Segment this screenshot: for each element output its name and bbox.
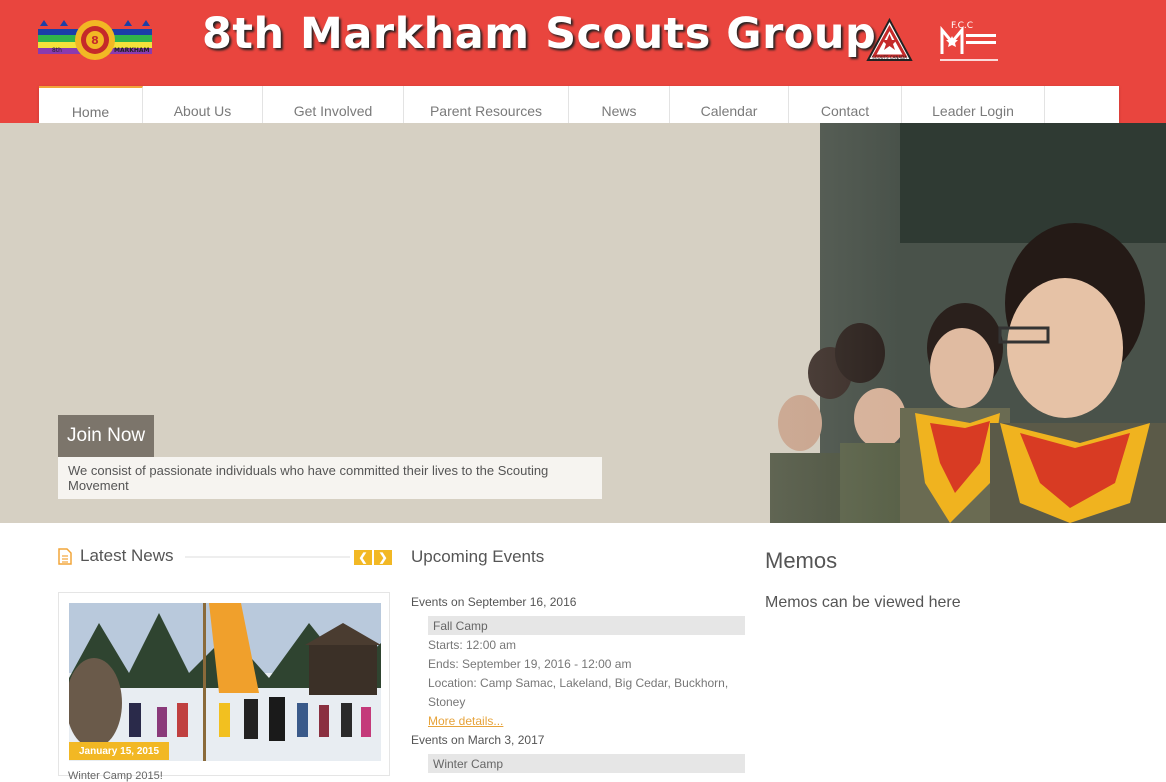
upcoming-events-title: Upcoming Events <box>411 547 545 566</box>
fcc-logo[interactable]: F.C.C <box>938 18 1000 66</box>
group-logo-text-left: 8th <box>52 47 62 54</box>
hero-heading[interactable]: Join Now <box>58 415 155 457</box>
news-prev-button[interactable]: ❮ <box>354 550 372 565</box>
news-image[interactable] <box>69 603 381 761</box>
site-title: 8th Markham Scouts Group <box>202 9 877 59</box>
news-next-button[interactable]: ❯ <box>374 550 392 565</box>
news-caption[interactable]: Winter Camp 2015! <box>68 770 163 782</box>
svg-text:8: 8 <box>91 34 99 47</box>
event-location-continued: Stoney <box>428 695 466 709</box>
event-date-heading: Events on March 3, 2017 <box>411 733 545 747</box>
memos-title: Memos <box>765 548 838 573</box>
chevron-right-icon: ❯ <box>378 552 388 564</box>
scouts-canada-logo[interactable]: SCOUTS CANADA <box>866 18 913 64</box>
news-date-badge: January 15, 2015 <box>69 742 170 760</box>
event-date-heading: Events on September 16, 2016 <box>411 595 577 609</box>
scouts-canada-logo-text: SCOUTS CANADA <box>872 55 907 60</box>
event-more-details-link[interactable]: More details... <box>428 714 503 728</box>
hero-description: We consist of passionate individuals who… <box>58 457 602 499</box>
group-logo[interactable]: 8 8th MARKHAM <box>38 16 152 64</box>
chevron-left-icon: ❮ <box>358 552 368 564</box>
event-starts: Starts: 12:00 am <box>428 638 517 652</box>
latest-news-divider <box>185 556 350 558</box>
event-name[interactable]: Fall Camp <box>428 616 745 635</box>
event-name[interactable]: Winter Camp <box>428 754 745 773</box>
latest-news-header: Latest News <box>58 546 174 566</box>
group-logo-text-right: MARKHAM <box>114 47 150 54</box>
event-location: Location: Camp Samac, Lakeland, Big Ceda… <box>428 676 729 690</box>
hero-banner: Join Now We consist of passionate indivi… <box>0 123 1166 523</box>
memos-link[interactable]: Memos can be viewed here <box>765 594 961 612</box>
latest-news-title: Latest News <box>80 546 174 565</box>
document-icon <box>58 547 72 565</box>
event-ends: Ends: September 19, 2016 - 12:00 am <box>428 657 632 671</box>
news-card[interactable]: January 15, 2015 <box>58 592 390 776</box>
